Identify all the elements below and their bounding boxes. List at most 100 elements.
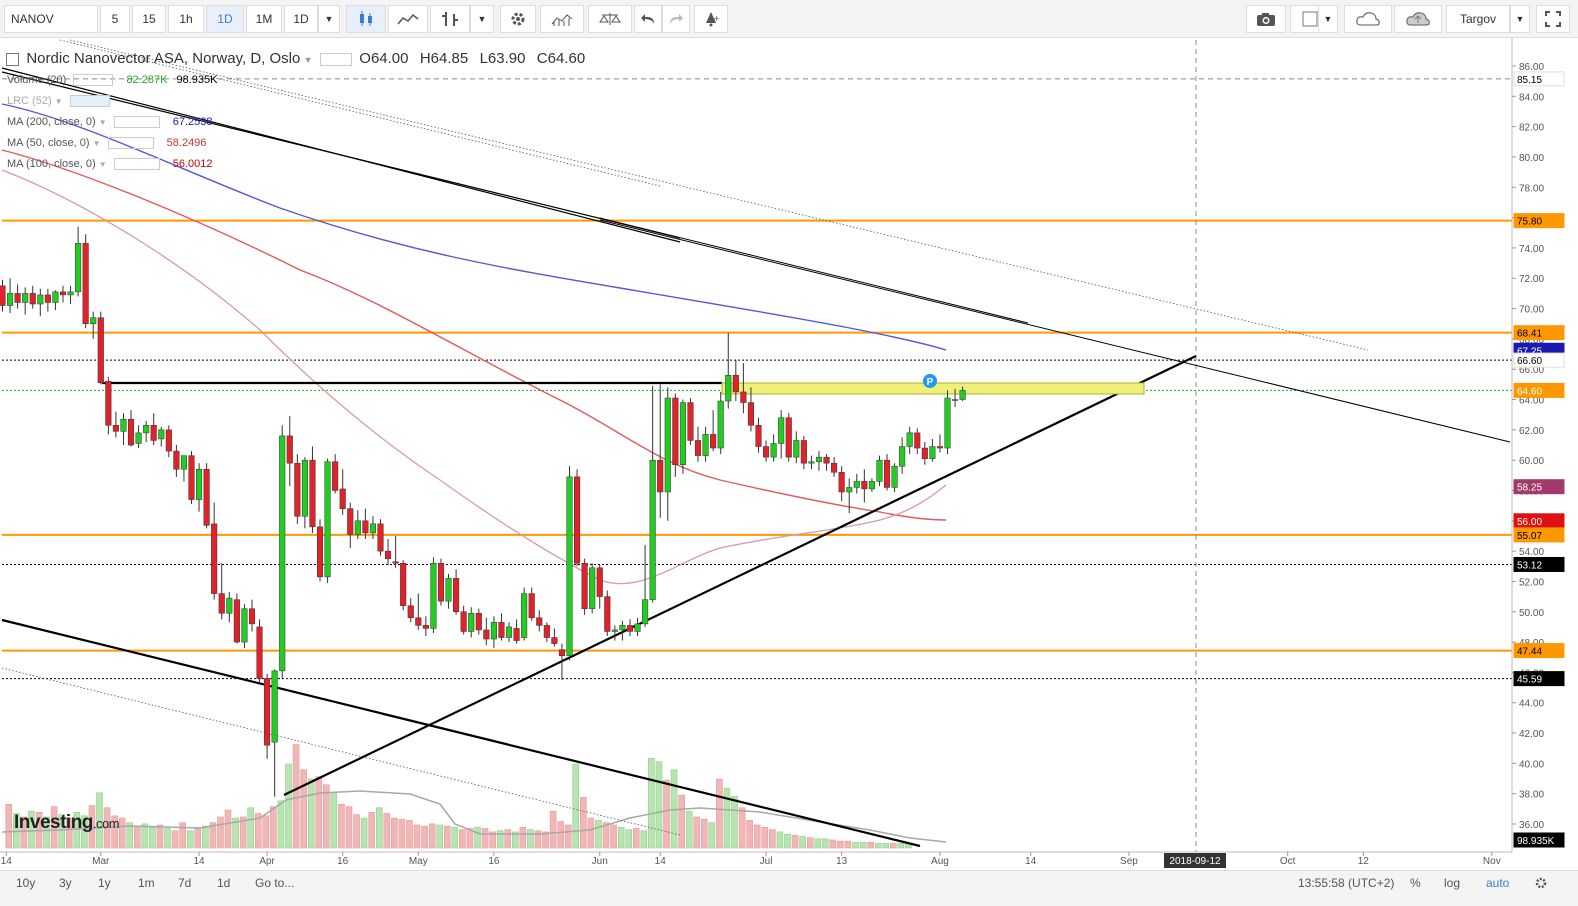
auto-toggle[interactable]: auto [1486,876,1509,890]
camera-icon[interactable] [1246,5,1286,33]
y-tick-label: 86.00 [1519,62,1544,73]
x-tick-label: Jul [760,856,773,867]
indicator-ma50[interactable]: MA (50, close, 0) ▼ 58.2496 [7,137,206,150]
indicator-settings-icons[interactable] [107,137,154,150]
legend-collapse-icon[interactable] [6,53,19,67]
log-toggle[interactable]: log [1444,876,1460,890]
volume-bar [330,792,338,849]
volume-bar [678,794,685,849]
indicator-settings-icons[interactable] [113,158,160,171]
candle-body [362,520,369,534]
user-menu-button[interactable]: Targov [1446,5,1510,33]
candle-body [385,550,392,559]
volume-bar [731,795,738,849]
volume-bar [708,822,716,849]
volume-bar [874,843,882,849]
price-label: 66.60 [1517,356,1542,367]
candle-body [664,397,671,493]
volume-bar [353,814,360,849]
indicator-lrc[interactable]: LRC (52) ▼ [7,95,114,108]
price-label: 56.00 [1517,517,1542,528]
candle-body [626,625,634,632]
chart-settings-icon[interactable] [1534,876,1548,893]
indicator-ma100[interactable]: MA (100, close, 0) ▼ 56.0012 [7,158,213,171]
style-dropdown-icon[interactable]: ▼ [470,5,494,33]
candle-body [143,425,150,434]
volume-bar [549,810,557,849]
range-1m-button[interactable]: 1m [138,876,155,890]
candle-body [558,649,565,656]
volume-bar [481,828,489,849]
legend-dropdown-icon[interactable]: ▼ [304,55,313,65]
range-1y-button[interactable]: 1y [98,876,111,890]
range-7d-button[interactable]: 7d [178,876,191,890]
interval-5-button[interactable]: 5 [100,5,130,33]
undo-icon[interactable] [634,5,662,33]
candle-body [14,293,21,303]
cloud-save-icon[interactable] [1394,5,1442,33]
gear-icon[interactable] [500,5,536,33]
interval-1m-button[interactable]: 1M [246,5,282,33]
indicator-ma200[interactable]: MA (200, close, 0) ▼ 67.2538 [7,116,213,129]
y-tick-label: 38.00 [1519,790,1544,801]
indicator-volume[interactable]: Volume (20) 82.287K 98.935K [7,74,217,87]
range-10y-button[interactable]: 10y [16,876,35,890]
volume-bar [292,744,300,849]
interval-dropdown-icon[interactable]: ▼ [318,5,340,33]
volume-bar [262,815,270,849]
goto-button[interactable]: Go to... [255,876,294,890]
indicator-settings-icons[interactable] [73,74,114,87]
volume-bar [322,784,330,849]
indicators-icon[interactable] [540,5,584,33]
x-tick-label: 13 [836,856,848,867]
candle-body [324,461,331,578]
price-label: 75.80 [1517,217,1542,228]
volume-bar [753,824,761,849]
candle-body [22,293,29,303]
volume-bar [141,823,149,849]
legend-settings-icons[interactable] [319,53,352,67]
redo-icon[interactable] [662,5,690,33]
user-dropdown-icon[interactable]: ▼ [1510,5,1530,33]
indicator-settings-icons[interactable] [113,116,160,129]
bars-style-icon[interactable] [430,5,470,33]
volume-bar [837,840,844,849]
indicator-settings-icons[interactable] [69,95,110,108]
candle-body [105,381,112,426]
close-value: C64.60 [536,50,586,67]
candle-body [196,469,203,500]
range-3y-button[interactable]: 3y [59,876,72,890]
symbol-input[interactable]: NANOV [4,5,98,33]
percent-toggle[interactable]: % [1410,876,1421,890]
clock-text: 13:55:58 (UTC+2) [1298,876,1395,890]
candle-body [755,425,762,447]
interval-1h-button[interactable]: 1h [168,5,204,33]
candle-body [59,291,67,296]
y-tick-label: 62.00 [1519,426,1544,437]
candle-body [846,487,853,493]
candles-style-icon[interactable] [346,5,386,33]
volume-bar [776,831,784,849]
candle-body [97,317,104,384]
theme-dropdown-icon[interactable]: ▼ [1318,5,1338,33]
compare-icon[interactable] [588,5,632,33]
price-chart[interactable]: P 86.0084.0082.0080.0078.0076.0074.0072.… [0,38,1578,870]
alert-icon[interactable]: + [694,5,728,33]
volume-bar [663,779,670,849]
cloud-load-icon[interactable] [1344,5,1392,33]
volume-bar [882,843,890,849]
y-tick-label: 52.00 [1519,577,1544,588]
candle-body [732,375,739,393]
candle-body [808,461,815,464]
volume-bar [451,826,459,849]
volume-bar [277,800,285,849]
fullscreen-icon[interactable] [1536,5,1570,33]
price-label: 45.59 [1517,675,1542,686]
candle-body [354,520,361,535]
interval-1d-button[interactable]: 1D [206,5,244,33]
interval-select[interactable]: 1D [284,5,318,33]
range-1d-button[interactable]: 1d [217,876,230,890]
line-chart-icon[interactable] [388,5,428,33]
y-tick-label: 84.00 [1519,92,1544,103]
interval-15-button[interactable]: 15 [132,5,166,33]
